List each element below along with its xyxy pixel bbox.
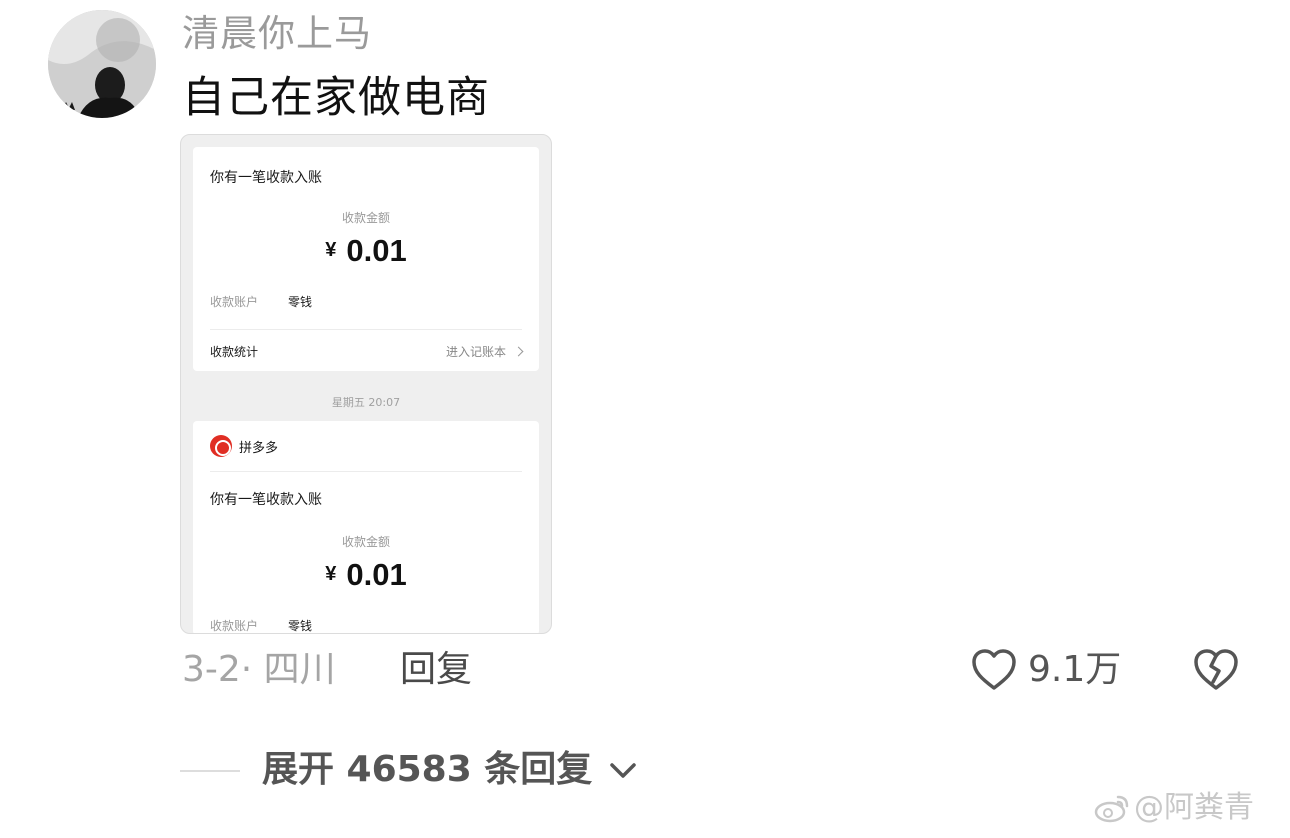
divider — [210, 329, 522, 330]
account-label: 收款账户 — [210, 619, 259, 633]
reply-button[interactable]: 回复 — [400, 646, 472, 694]
attached-screenshot[interactable]: 你有一笔收款入账 收款金额 ¥0.01 收款账户 零钱 收款统计 进入记账本 星… — [180, 134, 552, 634]
payment-card: 你有一笔收款入账 收款金额 ¥0.01 收款账户 零钱 收款统计 进入记账本 — [193, 147, 539, 371]
amount: ¥0.01 — [193, 557, 539, 593]
watermark: @阿粪青 — [1094, 788, 1254, 828]
username[interactable]: 清晨你上马 — [182, 10, 372, 58]
card-title: 你有一笔收款入账 — [210, 170, 322, 186]
watermark-text: @阿粪青 — [1134, 790, 1254, 825]
screenshot-content: 你有一笔收款入账 收款金额 ¥0.01 收款账户 零钱 收款统计 进入记账本 星… — [193, 135, 539, 633]
currency-symbol: ¥ — [325, 239, 337, 261]
date-location: 3-2· 四川 — [182, 649, 336, 690]
amount-label: 收款金额 — [341, 211, 390, 225]
like-count: 9.1万 — [1028, 649, 1122, 690]
currency-symbol: ¥ — [325, 563, 337, 585]
chevron-down-icon[interactable] — [607, 754, 639, 786]
stats-label: 收款统计 — [210, 345, 259, 359]
pinduoduo-logo-icon — [210, 435, 232, 457]
divider — [210, 471, 522, 472]
avatar[interactable] — [48, 10, 156, 118]
account-label: 收款账户 — [210, 295, 259, 309]
ledger-link-label: 进入记账本 — [445, 345, 506, 359]
amount-label: 收款金额 — [341, 535, 390, 549]
app-name: 拼多多 — [239, 441, 279, 456]
broken-heart-icon[interactable] — [1190, 644, 1242, 696]
comment-text: 自己在家做电商 — [182, 73, 490, 123]
weibo-icon — [1094, 795, 1129, 823]
amount-value: 0.01 — [346, 233, 407, 268]
message-timestamp: 星期五 20:07 — [331, 396, 401, 409]
avatar-image — [48, 10, 156, 118]
divider-line — [180, 770, 240, 772]
card-title: 你有一笔收款入账 — [210, 492, 322, 508]
account-value: 零钱 — [288, 619, 313, 633]
account-value: 零钱 — [288, 295, 313, 309]
payment-card: 拼多多 你有一笔收款入账 收款金额 ¥0.01 收款账户 零钱 — [193, 421, 539, 633]
expand-replies-button[interactable]: 展开 46583 条回复 — [262, 746, 592, 794]
chevron-right-icon — [513, 346, 524, 357]
heart-outline-icon[interactable] — [968, 644, 1020, 696]
amount: ¥0.01 — [193, 233, 539, 269]
ledger-link: 进入记账本 — [445, 343, 524, 360]
amount-value: 0.01 — [346, 557, 407, 592]
